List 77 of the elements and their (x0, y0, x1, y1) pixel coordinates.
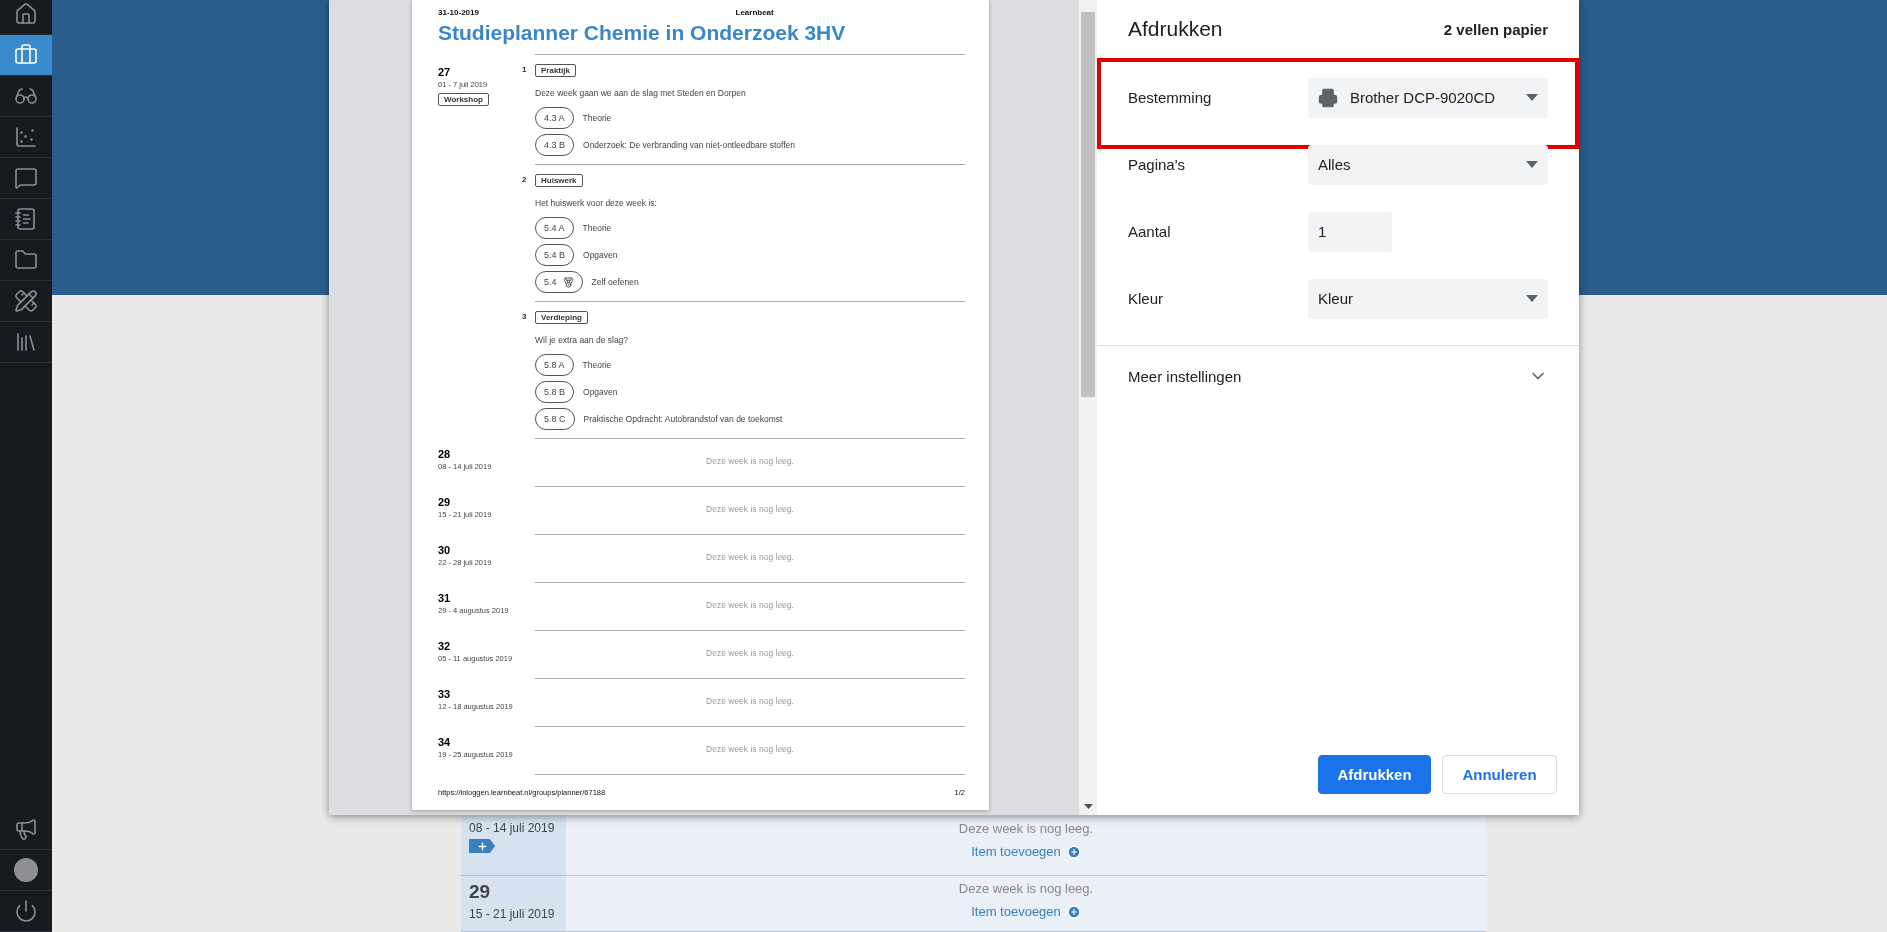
planner-title: Studieplanner Chemie in Onderzoek 3HV (438, 21, 847, 45)
pencil-ruler-icon[interactable] (14, 289, 38, 313)
dialog-title: Afdrukken (1128, 17, 1223, 41)
item-title: Onderzoek: De verbranding van niet-ontleedbare stoffen (583, 140, 796, 150)
section-tag: Praktijk (535, 64, 576, 77)
plus-icon (476, 840, 488, 852)
week-number: 31 (438, 592, 451, 604)
print-date: 31-10-2019 (438, 8, 480, 17)
add-tag[interactable] (469, 839, 495, 853)
section-intro: Het huiswerk voor deze week is: (535, 198, 657, 208)
week-number: 29 (438, 496, 451, 508)
speech-bubble-icon[interactable] (14, 166, 38, 190)
setting-dropdown[interactable]: Alles (1308, 144, 1548, 185)
site-name: Learnbeat (734, 8, 774, 17)
empty-week-text: Deze week is nog leeg. (706, 456, 794, 468)
section-number: 1 (522, 65, 527, 74)
sheet-count: 2 vellen papier (1443, 20, 1548, 38)
week-date: 15 - 21 juli 2019 (469, 907, 555, 921)
home-icon[interactable] (14, 2, 38, 26)
add-item-link[interactable]: Item toevoegen (971, 904, 1081, 919)
notepad-icon[interactable] (14, 207, 38, 231)
megaphone-icon[interactable] (14, 817, 38, 841)
item-title: Opgaven (583, 387, 618, 397)
week-number: 34 (438, 736, 451, 748)
medal-icon (562, 276, 574, 288)
item-title: Opgaven (583, 250, 618, 260)
avatar[interactable] (14, 858, 38, 882)
setting-dropdown[interactable]: Brother DCP-9020CD (1308, 77, 1548, 118)
empty-week-text: Deze week is nog leeg. (706, 648, 794, 660)
setting-label: Bestemming (1128, 89, 1213, 106)
empty-week-text: Deze week is nog leeg. (958, 821, 1094, 836)
dropdown-caret-icon (1526, 161, 1538, 168)
week-date: 08 - 14 juli 2019 (469, 821, 555, 835)
print-button[interactable]: Afdrukken (1318, 755, 1431, 794)
empty-week-text: Deze week is nog leeg. (706, 696, 794, 708)
section-intro: Deze week gaan we aan de slag met Steden en Dorpen (535, 88, 746, 98)
week-tag: Workshop (438, 93, 489, 106)
empty-week-text: Deze week is nog leeg. (706, 744, 794, 756)
books-icon[interactable] (14, 330, 38, 354)
item-title: Zelf oefenen (591, 277, 639, 287)
cancel-button[interactable]: Annuleren (1442, 755, 1557, 794)
section-tag: Huiswerk (535, 174, 583, 187)
week-number: 33 (438, 688, 451, 700)
power-icon[interactable] (14, 899, 38, 923)
week-number: 32 (438, 640, 451, 652)
item-title: Theorie (582, 223, 612, 233)
week-number: 30 (438, 544, 451, 556)
setting-label: Aantal (1128, 223, 1172, 240)
plus-circle-icon (1066, 904, 1081, 919)
item-title: Theorie (582, 113, 612, 123)
scrollbar[interactable] (1079, 0, 1097, 815)
scatter-chart-icon[interactable] (14, 125, 38, 149)
dropdown-caret-icon (1526, 94, 1538, 101)
scrollbar-thumb[interactable] (1081, 12, 1095, 397)
setting-dropdown[interactable]: Kleur (1308, 278, 1548, 319)
folder-icon[interactable] (14, 248, 38, 272)
empty-week-text: Deze week is nog leeg. (706, 600, 794, 612)
plus-circle-icon (1066, 844, 1081, 859)
printer-icon (1318, 87, 1338, 108)
item-title: Praktische Opdracht: Autobrandstof van de toekomst (583, 414, 783, 424)
week-number: 28 (438, 448, 451, 460)
item-title: Theorie (582, 360, 612, 370)
add-item-link[interactable]: Item toevoegen (971, 844, 1081, 859)
empty-week-text: Deze week is nog leeg. (958, 881, 1094, 896)
section-intro: Wil je extra aan de slag? (535, 335, 629, 345)
empty-week-text: Deze week is nog leeg. (706, 552, 794, 564)
setting-label: Kleur (1128, 290, 1165, 307)
empty-week-text: Deze week is nog leeg. (706, 504, 794, 516)
setting-label: Pagina's (1128, 156, 1187, 173)
week-number: 29 (469, 881, 491, 903)
week-number: 27 (438, 66, 451, 78)
section-tag: Verdieping (535, 311, 588, 324)
section-number: 2 (522, 175, 527, 184)
scroll-down-arrow-icon[interactable] (1083, 804, 1093, 809)
copies-field[interactable]: 1 (1308, 211, 1392, 252)
sidebar-item[interactable] (0, 35, 52, 76)
section-number: 3 (522, 312, 527, 321)
